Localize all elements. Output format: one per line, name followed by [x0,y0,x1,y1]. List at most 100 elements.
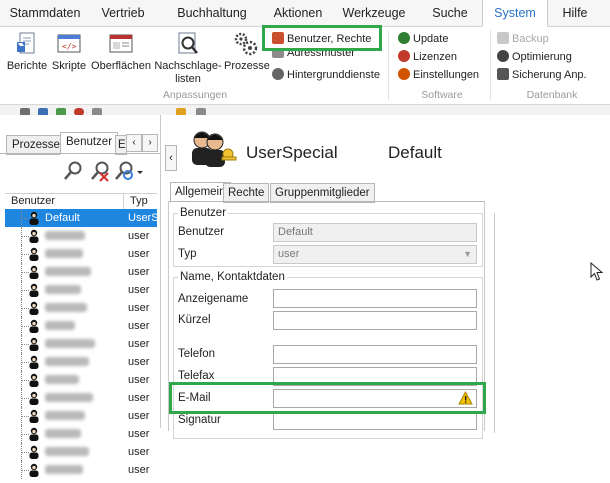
user-name-redacted [45,375,79,384]
column-header-typ[interactable]: Typ [130,194,148,209]
tab-prozesse[interactable]: Prozesse [6,135,66,155]
user-list-row[interactable]: user [5,443,157,461]
user-type: user [128,248,150,260]
tab-scroll-right-button[interactable]: › [142,134,158,152]
user-name-redacted [45,285,81,294]
column-header-benutzer[interactable]: Benutzer [11,194,55,209]
menu-werkzeuge[interactable]: Werkzeuge [334,0,414,26]
user-icon [28,283,40,297]
user-name-redacted [45,303,87,312]
user-list-row[interactable]: user [5,371,157,389]
kuerzel-field[interactable] [273,311,477,330]
filter-search-dropdown-icon[interactable] [114,160,144,182]
user-list-row[interactable]: user [5,245,157,263]
user-icon [28,373,40,387]
user-name-redacted [45,429,81,438]
user-list-row[interactable]: Default UserS [5,209,159,227]
user-list-row[interactable]: user [5,299,157,317]
user-name-redacted [45,393,93,402]
right-divider [494,213,495,433]
tab-benutzer[interactable]: Benutzer [60,132,119,155]
lookup-icon [175,31,201,57]
menu-aktionen[interactable]: Aktionen [266,0,330,26]
menu-suche[interactable]: Suche [426,0,474,26]
user-list-row[interactable]: user [5,353,157,371]
einstellungen-button[interactable]: Einstellungen [398,67,479,84]
berichte-button[interactable]: Berichte [6,27,48,73]
user-type: UserS [128,212,159,224]
user-type: user [128,302,150,314]
user-icon [28,409,40,423]
menu-buchhaltung[interactable]: Buchhaltung [166,0,258,26]
collapse-panel-button[interactable]: ‹ [165,145,177,171]
user-list-row[interactable]: user [5,461,157,479]
user-icon [28,391,40,405]
menu-stammdaten[interactable]: Stammdaten [6,0,84,26]
user-list-row[interactable]: user [5,317,157,335]
toolbar-icon[interactable] [38,108,48,115]
tab-gruppenmitglieder[interactable]: Gruppenmitglieder [270,183,375,203]
toolbar-icon[interactable] [74,108,84,115]
anzeigename-field[interactable] [273,289,477,308]
update-icon [398,32,410,44]
user-list-row[interactable]: user [5,281,157,299]
telefon-field[interactable] [273,345,477,364]
user-type: user [128,392,150,404]
hintergrunddienste-button[interactable]: Hintergrunddienste [272,67,380,84]
chevron-down-icon: ▼ [463,249,472,259]
user-name: Default [45,212,80,224]
benutzer-field[interactable]: Default [273,223,477,242]
sicherung-button[interactable]: Sicherung Anp. [497,67,587,84]
group-label-anpassungen: Anpassungen [162,89,228,101]
ribbon: Berichte </> Skripte Oberflächen Nachsch… [0,25,610,105]
user-type: user [128,230,150,242]
lizenzen-button[interactable]: Lizenzen [398,49,457,66]
benutzer-label: Benutzer [178,226,225,238]
clear-search-icon[interactable] [89,160,111,182]
user-icon [28,427,40,441]
optimierung-button[interactable]: Optimierung [497,49,572,66]
user-list-row[interactable]: user [5,263,157,281]
user-list-row[interactable]: user [5,389,157,407]
search-icon[interactable] [62,160,84,182]
group-kontakt-title: Name, Kontaktdaten [178,271,287,283]
update-button[interactable]: Update [398,31,448,48]
report-icon [14,31,40,57]
background-services-icon [272,68,284,80]
toolbar-icon[interactable] [176,108,186,115]
typ-select[interactable]: user ▼ [273,245,477,264]
user-list-row[interactable]: user [5,407,157,425]
toolbar-icon[interactable] [20,108,30,115]
toolbar-icon[interactable] [56,108,66,115]
toolbar-icon[interactable] [92,108,102,115]
oberflaechen-button[interactable]: Oberflächen [90,27,152,73]
tab-rechte[interactable]: Rechte [223,183,270,203]
skripte-button[interactable]: </> Skripte [50,27,88,73]
group-separator [490,30,491,100]
typ-label: Typ [178,248,197,260]
tab-scroll-left-button[interactable]: ‹ [126,134,142,152]
telefax-label: Telefax [178,370,215,382]
signatur-label: Signatur [178,414,221,426]
menu-hilfe[interactable]: Hilfe [554,0,596,26]
menu-vertrieb[interactable]: Vertrieb [92,0,154,26]
menu-system[interactable]: System [482,0,548,27]
user-list-row[interactable]: user [5,227,157,245]
backup-customization-icon [497,68,509,80]
toolbar-icon[interactable] [196,108,206,115]
settings-icon [398,68,410,80]
left-panel: Prozesse Benutzer E ‹ › Benutzer Typ Def… [0,115,161,479]
address-pattern-icon [272,50,284,58]
update-label: Update [413,33,449,45]
nachschlagelisten-button[interactable]: Nachschlage- listen [154,27,222,86]
detail-profile-name: Default [388,143,442,162]
menu-bar: Stammdaten Vertrieb Buchhaltung Aktionen… [0,0,610,27]
group-benutzer-title: Benutzer [178,207,229,219]
user-list-header: Benutzer Typ [5,193,157,210]
backup-button[interactable]: Backup [497,31,549,48]
einstellungen-label: Einstellungen [413,69,480,81]
tab-allgemein[interactable]: Allgemein [170,182,231,203]
user-list-row[interactable]: user [5,335,157,353]
mouse-cursor-icon [590,261,604,282]
group-label-datenbank: Datenbank [526,89,578,101]
